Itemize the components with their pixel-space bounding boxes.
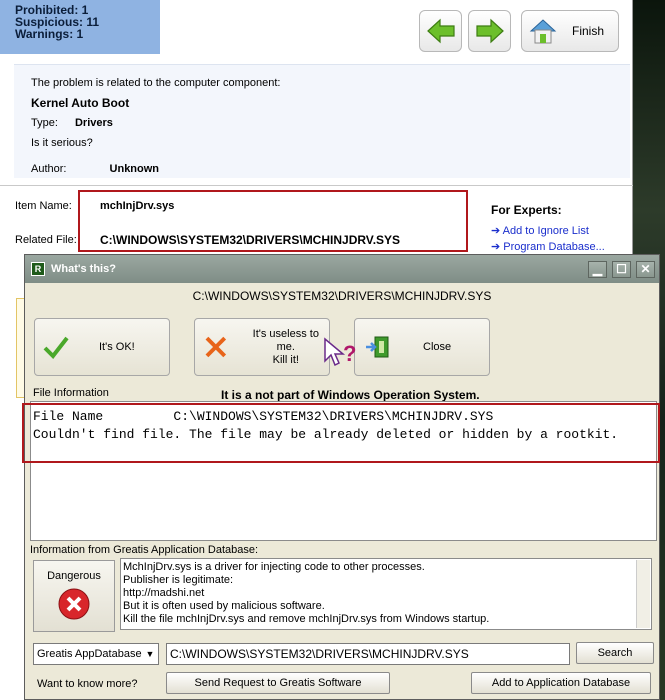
item-name-label: Item Name: [15, 200, 72, 212]
search-button[interactable]: Search [576, 642, 654, 664]
add-ignore-link[interactable]: ➔ Add to Ignore List [491, 224, 589, 237]
danger-label: Dangerous [47, 570, 101, 582]
checkmark-icon [43, 336, 69, 359]
dialog-title-bar[interactable]: R What's this? ▁ ☐ ✕ [25, 255, 659, 283]
type-value: Drivers [74, 117, 113, 129]
send-request-button[interactable]: Send Request to Greatis Software [166, 672, 390, 694]
component-name: Kernel Auto Boot [31, 96, 130, 110]
close-button[interactable]: Close [354, 318, 490, 376]
file-name-line: File Name C:\WINDOWS\SYSTEM32\DRIVERS\MC… [33, 409, 494, 424]
finish-label: Finish [572, 24, 605, 38]
chevron-down-icon: ▼ [145, 649, 155, 659]
link-arrow-icon: ➔ [491, 241, 501, 253]
search-input[interactable]: C:\WINDOWS\SYSTEM32\DRIVERS\MCHINJDRV.SY… [166, 643, 570, 665]
program-db-link[interactable]: ➔ Program Database... [491, 240, 605, 253]
help-cursor-icon: ? [324, 337, 356, 367]
type-label: Type: [31, 117, 58, 129]
db-info-text[interactable]: MchInjDrv.sys is a driver for injecting … [120, 558, 652, 630]
its-ok-label: It's OK! [99, 341, 135, 353]
problem-panel: The problem is related to the computer c… [14, 64, 630, 178]
item-name-value: mchInjDrv.sys [100, 200, 175, 212]
dialog-path: C:\WINDOWS\SYSTEM32\DRIVERS\MCHINJDRV.SY… [192, 289, 492, 303]
db-scrollbar[interactable] [636, 560, 650, 628]
kill-it-label-1: It's useless to me. [252, 327, 319, 353]
warnings-count: Warnings: 1 [15, 27, 84, 41]
finish-button[interactable]: Finish [521, 10, 619, 52]
experts-heading: For Experts: [491, 203, 562, 217]
dialog-title: What's this? [51, 263, 116, 275]
want-more-label: Want to know more? [37, 678, 138, 690]
arrow-left-icon [426, 18, 455, 44]
related-file-label: Related File: [15, 234, 77, 246]
related-file-value: C:\WINDOWS\SYSTEM32\DRIVERS\MCHINJDRV.SY… [100, 233, 401, 247]
x-icon [205, 336, 227, 358]
kill-it-label-2: Kill it! [272, 353, 299, 366]
house-icon [529, 19, 557, 44]
its-ok-button[interactable]: It's OK! [34, 318, 170, 376]
back-button[interactable] [419, 10, 462, 52]
summary-panel: Prohibited: 1 Suspicious: 11 Warnings: 1 [0, 0, 160, 54]
divider [0, 185, 633, 186]
maximize-button[interactable]: ☐ [612, 260, 631, 278]
app-logo-icon: R [31, 262, 45, 276]
kill-it-button[interactable]: It's useless to me. Kill it! [194, 318, 330, 376]
serious-link[interactable]: Is it serious? [31, 133, 630, 153]
item-highlight-box: mchInjDrv.sys C:\WINDOWS\SYSTEM32\DRIVER… [78, 190, 468, 252]
arrow-right-icon [475, 18, 504, 44]
link-arrow-icon: ➔ [491, 225, 501, 237]
whats-this-dialog: R What's this? ▁ ☐ ✕ C:\WINDOWS\SYSTEM32… [22, 254, 660, 700]
author-label: Author: [31, 163, 67, 175]
close-label: Close [423, 341, 452, 353]
add-to-database-button[interactable]: Add to Application Database [471, 672, 651, 694]
not-found-line: Couldn't find file. The file may be alre… [33, 427, 619, 442]
svg-text:?: ? [343, 341, 356, 366]
error-icon [58, 588, 90, 620]
exit-door-icon [366, 336, 389, 358]
db-label: Information from Greatis Application Dat… [30, 544, 259, 556]
database-select[interactable]: Greatis AppDatabase ▼ [33, 643, 159, 665]
db-line: MchInjDrv.sys is a driver for injecting … [123, 561, 425, 573]
db-line: Publisher is legitimate: [123, 574, 234, 586]
db-line: But it is often used by malicious softwa… [123, 600, 325, 612]
db-line: http://madshi.net [123, 587, 205, 599]
minimize-button[interactable]: ▁ [588, 260, 607, 278]
forward-button[interactable] [468, 10, 511, 52]
file-info-label: File Information [33, 387, 109, 399]
danger-indicator: Dangerous [33, 560, 115, 632]
db-line: Kill the file mchInjDrv.sys and remove m… [123, 613, 490, 625]
author-value: Unknown [109, 163, 160, 175]
close-window-button[interactable]: ✕ [636, 260, 655, 278]
problem-intro: The problem is related to the computer c… [31, 77, 281, 89]
not-part-text: It is a not part of Windows Operation Sy… [221, 388, 480, 402]
